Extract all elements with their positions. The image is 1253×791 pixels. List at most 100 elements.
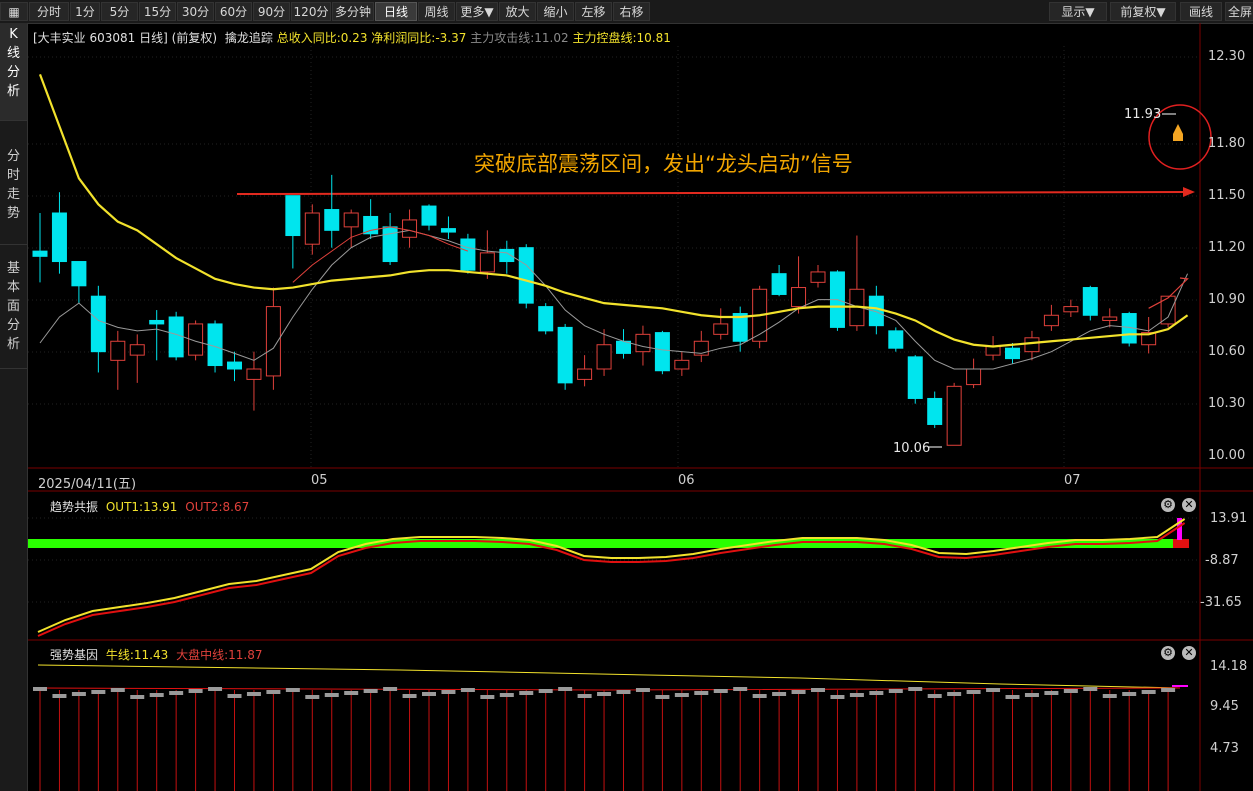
sub1-out1: OUT1:13.91 [105,500,178,514]
sub2-gray-tick [674,693,689,697]
candle-body [363,215,379,235]
candle-body [71,261,87,287]
high-price-label: 11.93 [1124,107,1162,122]
sub2-gray-tick [1024,693,1039,697]
sub2-axis-top: 14.18 [1210,659,1248,674]
price-tick: 10.60 [1208,343,1246,359]
sub2-gray-tick [1044,691,1059,695]
sub1-out2: OUT2:8.67 [185,500,250,514]
candle-body [518,247,534,304]
date-tick: 07 [1064,473,1081,488]
candle-body [168,316,184,358]
sub2-gray-tick [324,693,339,697]
sub2-gray-tick [752,694,767,698]
sub2-gray-tick [597,692,612,696]
candle-body [460,238,476,271]
date-tick: 06 [678,473,695,488]
candle-body [227,361,242,370]
sub1-close-icon[interactable]: ✕ [1182,498,1196,512]
annotation-text: 突破底部震荡区间，发出“龙头启动”信号 [474,152,853,176]
sub2-gray-tick [635,688,650,692]
sub1-axis-mid: -8.87 [1205,553,1239,568]
sub2-close-icon[interactable]: ✕ [1182,646,1196,660]
sub2-header: 强势基因 牛线:11.43 大盘中线:11.87 [50,646,262,663]
chart-canvas[interactable] [0,0,1253,791]
sub1-axis-low: -31.65 [1200,595,1242,610]
sub2-gray-tick [772,692,787,696]
candle-body [966,368,982,386]
candle-body [51,212,67,263]
candle-body [635,333,651,353]
candle-body [888,330,904,349]
sub2-gray-tick [927,694,942,698]
candle-body [304,212,320,245]
price-tick: 11.80 [1208,135,1246,151]
candle-body [440,228,456,233]
price-tick: 11.50 [1208,187,1246,203]
sub1-header: 趋势共振 OUT1:13.91 OUT2:8.67 [50,498,249,515]
candle-body [343,212,359,228]
candle-body [674,359,690,370]
candle-body [596,344,612,370]
sub2-gray-tick [908,687,923,691]
sub2-gray-tick [480,695,495,699]
sub2-gray-tick [1083,687,1098,691]
price-tick: 10.90 [1208,291,1246,307]
sub2-settings-icon[interactable]: ⚙ [1161,646,1175,660]
sub2-gray-tick [285,688,300,692]
sub2-gray-tick [149,693,164,697]
candle-body [1043,314,1059,327]
sub2-gray-tick [52,694,67,698]
sub2-gray-tick [227,694,242,698]
sub2-gray-tick [422,692,436,696]
candle-body [421,205,437,226]
candle-body [538,306,554,332]
candle-body [1082,287,1098,316]
sub2-gray-tick [655,695,670,699]
candle-body [324,209,340,231]
sub2-gray-tick [538,689,553,693]
sub2-gray-tick [130,695,145,699]
candle-body [791,287,807,308]
resistance-arrowhead [1183,187,1195,197]
sub2-gray-tick [713,689,728,693]
sub2-gray-tick [849,693,864,697]
candle-body [1005,347,1020,360]
candle-body [557,326,573,384]
candle-body [285,195,301,237]
candle-body [1024,337,1040,353]
resistance-line [236,191,1186,195]
sub2-gray-tick [519,691,534,695]
sub1-out1-line [37,518,1186,633]
sub2-gray-tick [1102,694,1117,698]
sub2-axis-low: 4.73 [1210,741,1239,756]
candle-body [246,368,262,380]
sub1-axis-top: 13.91 [1210,511,1248,526]
candle-body [32,250,48,257]
candle-body [713,323,729,335]
ma-yellow-line [38,73,1189,348]
sub2-gray-tick [1141,690,1156,694]
candle-body [810,271,826,283]
sub2-gray-tick [169,691,184,695]
sub2-gray-tick [577,694,592,698]
sub2-gray-tick [266,690,281,694]
candle-body [927,397,943,425]
sub2-market: 大盘中线:11.87 [176,648,263,662]
candle-body [402,219,418,238]
candle-body [382,226,398,263]
candle-body [771,273,787,295]
candle-body [946,385,962,446]
sub2-gray-tick [811,688,825,692]
sub1-settings-icon[interactable]: ⚙ [1161,498,1175,512]
candle-body [110,340,126,361]
sub2-gray-tick [33,687,47,691]
sub1-green-band [28,539,1173,548]
sub2-gray-tick [966,690,981,694]
date-tick: 2025/04/11(五) [38,477,137,492]
sub2-gray-tick [733,687,748,691]
candle-body [985,345,1001,356]
sub2-bull-line [37,664,1181,689]
sub2-gray-tick [208,687,223,691]
price-tick: 10.00 [1208,447,1246,463]
